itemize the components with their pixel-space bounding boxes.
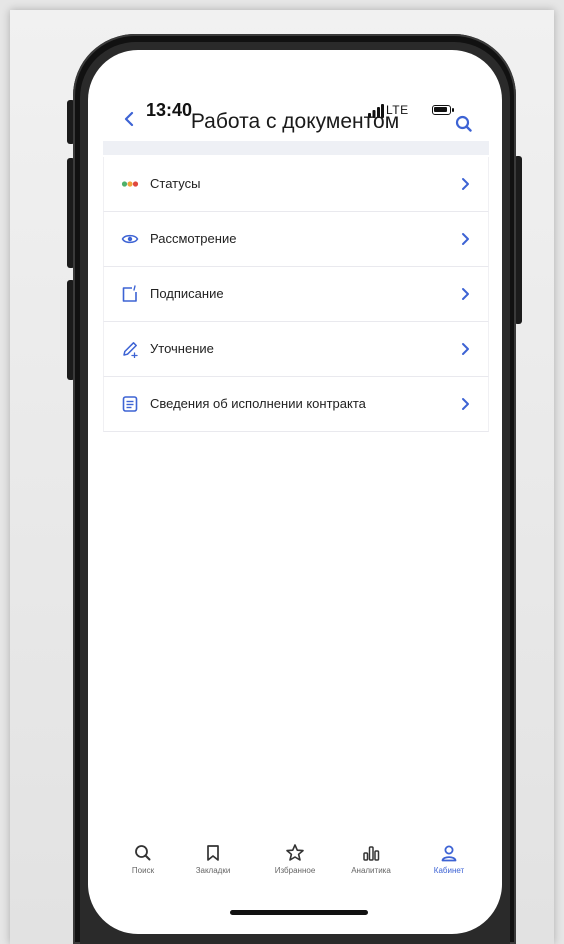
menu-item-label: Подписание [150, 286, 224, 301]
header-divider [103, 141, 489, 155]
chevron-right-icon [462, 398, 469, 410]
menu-item-label: Сведения об исполнении контракта [150, 396, 366, 411]
menu-item-label: Рассмотрение [150, 231, 237, 246]
tab-cabinet[interactable]: Кабинет [414, 843, 484, 875]
tab-label: Поиск [131, 866, 155, 875]
profile-icon [441, 845, 457, 862]
tab-bookmarks[interactable]: Закладки [178, 843, 248, 875]
chevron-right-icon [462, 178, 469, 190]
menu-item-contract-execution[interactable]: Сведения об исполнении контракта [103, 377, 489, 432]
phone-screen: 13:40 LTE Работа с документом Статусы Ра… [88, 50, 502, 934]
sign-document-icon [122, 285, 137, 302]
page-title: Работа с документом [190, 110, 400, 133]
tab-search[interactable]: Поиск [108, 843, 178, 875]
bottom-tab-bar: Поиск Закладки Избранное Аналитика Кабин… [88, 843, 502, 903]
home-indicator[interactable] [230, 910, 368, 915]
tab-label: Кабинет [433, 866, 465, 875]
tab-favorites[interactable]: Избранное [260, 843, 330, 875]
status-dots-icon [121, 181, 139, 187]
chevron-right-icon [462, 343, 469, 355]
pencil-icon [123, 342, 138, 358]
tab-label: Закладки [195, 866, 231, 875]
document-actions-menu: Статусы Рассмотрение Подписание Уточнени… [103, 157, 489, 432]
menu-item-label: Статусы [150, 176, 201, 191]
tab-label: Избранное [274, 866, 316, 875]
eye-icon [121, 234, 139, 244]
document-list-icon [122, 396, 138, 412]
star-icon [286, 844, 304, 861]
menu-item-clarification[interactable]: Уточнение [103, 322, 489, 377]
menu-item-label: Уточнение [150, 341, 214, 356]
tab-analytics[interactable]: Аналитика [336, 843, 406, 875]
search-icon [135, 845, 151, 861]
tab-label: Аналитика [351, 866, 391, 875]
chevron-right-icon [462, 288, 469, 300]
analytics-icon [363, 846, 380, 861]
menu-item-statuses[interactable]: Статусы [103, 157, 489, 212]
bookmark-icon [207, 845, 219, 861]
menu-item-signing[interactable]: Подписание [103, 267, 489, 322]
menu-item-review[interactable]: Рассмотрение [103, 212, 489, 267]
search-icon[interactable] [454, 114, 474, 134]
chevron-right-icon [462, 233, 469, 245]
